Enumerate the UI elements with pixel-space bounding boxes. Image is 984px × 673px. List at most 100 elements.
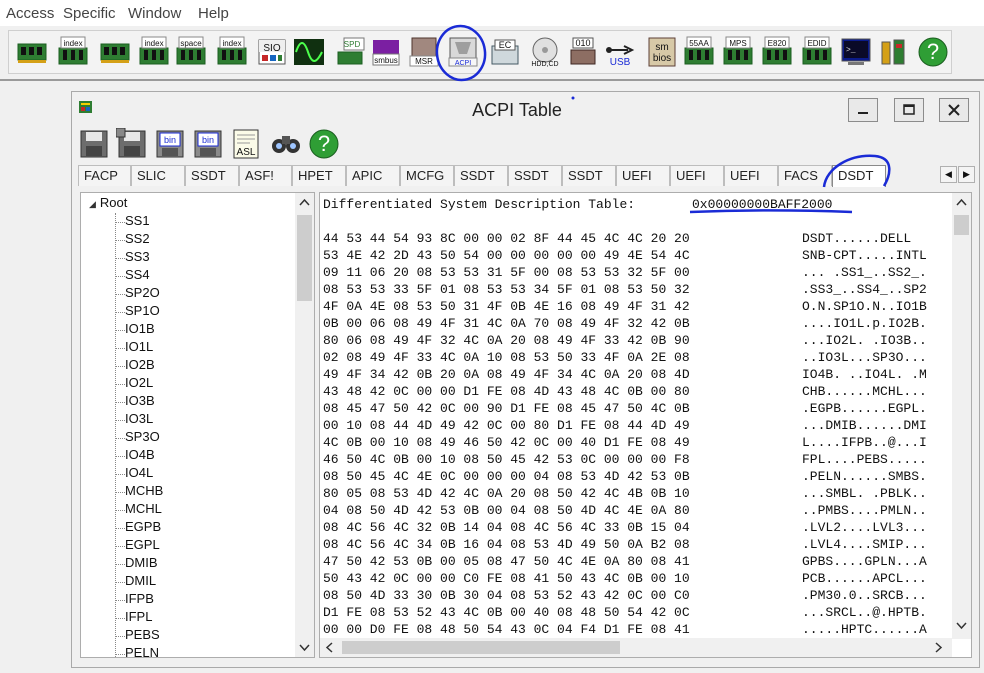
tree-item-io1b[interactable]: IO1B (125, 321, 155, 336)
tab-facp-0[interactable]: FACP (78, 165, 131, 186)
tree-item-sp2o[interactable]: SP2O (125, 285, 160, 300)
help-icon: ? (918, 37, 948, 67)
ascii-row: L....IFPB..@...I (802, 435, 927, 450)
hdd-cd-button[interactable]: HDD,CD (528, 35, 562, 69)
save-bin-button[interactable]: bin (154, 128, 186, 160)
tree-item-dmil[interactable]: DMIL (125, 573, 156, 588)
ascii-row: IO4B. ..IO4L. .M (802, 367, 927, 382)
save-all-button[interactable] (115, 127, 148, 160)
asl-button[interactable]: ASL (230, 128, 262, 160)
tree-scrollbar[interactable] (295, 193, 314, 657)
tab-uefi-11[interactable]: UEFI (670, 165, 724, 186)
edid-button[interactable]: EDID (800, 35, 834, 69)
menu-specific[interactable]: Specific (63, 5, 116, 22)
tree-connector (116, 258, 125, 259)
io-index-2-button[interactable]: index (215, 35, 249, 69)
super-io-button[interactable]: SIO (255, 35, 289, 69)
tree-item-io3l[interactable]: IO3L (125, 411, 153, 426)
tab-asf-3[interactable]: ASF! (239, 165, 292, 186)
pci-55aa-button[interactable]: 55AA (682, 35, 716, 69)
tab-slic-1[interactable]: SLIC (131, 165, 185, 186)
tree-root[interactable]: ◢ Root (89, 195, 127, 210)
tree-connector (116, 654, 125, 655)
io-index-icon: index (139, 36, 169, 65)
memory-chip-2-button[interactable] (98, 35, 132, 69)
e820-button[interactable]: E820 (760, 35, 794, 69)
find-button[interactable] (270, 128, 302, 160)
tree-item-io3b[interactable]: IO3B (125, 393, 155, 408)
tree-connector (116, 348, 125, 349)
ascii-row: ...SRCL..@.HPTB. (802, 605, 927, 620)
smbus-button[interactable]: smbus (369, 35, 403, 69)
memory-chip-button[interactable] (15, 35, 49, 69)
tree-item-ss1[interactable]: SS1 (125, 213, 150, 228)
spd-button[interactable]: SPD (335, 35, 369, 69)
tree-item-egpb[interactable]: EGPB (125, 519, 161, 534)
tree-item-io2b[interactable]: IO2B (125, 357, 155, 372)
io-index-button[interactable]: index (137, 35, 171, 69)
tree-item-dmib[interactable]: DMIB (125, 555, 158, 570)
menu-access[interactable]: Access (6, 5, 54, 22)
tab-apic-5[interactable]: APIC (346, 165, 400, 186)
tab-mcfg-6[interactable]: MCFG (400, 165, 454, 186)
close-button[interactable] (939, 98, 969, 122)
minimize-button[interactable] (848, 98, 878, 122)
window-titlebar[interactable]: ACPI Table (72, 92, 979, 126)
help-button[interactable]: ? (916, 35, 950, 69)
tree-item-pebs[interactable]: PEBS (125, 627, 160, 642)
tab-scroll-left[interactable]: ◀ (940, 166, 957, 183)
tools-button[interactable] (877, 35, 911, 69)
tab-uefi-10[interactable]: UEFI (616, 165, 670, 186)
smbios-button[interactable]: sm bios (645, 35, 679, 69)
tree-connector (116, 276, 125, 277)
disk-010-button[interactable]: 010 (566, 35, 600, 69)
tree-item-mchl[interactable]: MCHL (125, 501, 162, 516)
tree-item-egpl[interactable]: EGPL (125, 537, 160, 552)
usb-button[interactable]: USB (603, 35, 637, 69)
tree-item-io1l[interactable]: IO1L (125, 339, 153, 354)
memory-index-button[interactable]: index (56, 35, 90, 69)
tree-item-ss4[interactable]: SS4 (125, 267, 150, 282)
tab-dsdt-14[interactable]: DSDT (832, 165, 886, 187)
svg-text:MSR: MSR (415, 57, 433, 66)
tab-uefi-12[interactable]: UEFI (724, 165, 778, 186)
io-space-button[interactable]: space (174, 35, 208, 69)
acpi-toolbar: bin bin ASL? (78, 127, 348, 162)
tree-item-ifpl[interactable]: IFPL (125, 609, 152, 624)
tree-item-io4b[interactable]: IO4B (125, 447, 155, 462)
collapse-icon[interactable]: ◢ (89, 199, 96, 209)
tab-facs-13[interactable]: FACS (778, 165, 832, 186)
maximize-button[interactable] (894, 98, 924, 122)
tab-ssdt-7[interactable]: SSDT (454, 165, 508, 186)
tab-scroll-right[interactable]: ▶ (958, 166, 975, 183)
tree-item-mchb[interactable]: MCHB (125, 483, 163, 498)
msr-button[interactable]: MSR (407, 35, 441, 69)
tab-ssdt-2[interactable]: SSDT (185, 165, 239, 186)
tree-connector (116, 582, 125, 583)
tree-item-sp1o[interactable]: SP1O (125, 303, 160, 318)
tree-item-ss2[interactable]: SS2 (125, 231, 150, 246)
waveform-button[interactable] (292, 35, 326, 69)
hex-horizontal-scrollbar[interactable] (320, 638, 952, 657)
tree-connector (116, 456, 125, 457)
tree-item-peln[interactable]: PELN (125, 645, 159, 657)
console-button[interactable]: >_ (839, 35, 873, 69)
menu-help[interactable]: Help (198, 5, 229, 22)
tree-item-ifpb[interactable]: IFPB (125, 591, 154, 606)
mps-button[interactable]: MPS (721, 35, 755, 69)
save-all-bin-button[interactable]: bin (192, 128, 224, 160)
hex-vertical-scrollbar[interactable] (952, 193, 971, 639)
tab-hpet-4[interactable]: HPET (292, 165, 346, 186)
ascii-row: SNB-CPT.....INTL (802, 248, 927, 263)
tree-item-io2l[interactable]: IO2L (125, 375, 153, 390)
help-button[interactable]: ? (308, 128, 340, 160)
ec-button[interactable]: EC (488, 35, 522, 69)
tab-ssdt-8[interactable]: SSDT (508, 165, 562, 186)
tree-item-io4l[interactable]: IO4L (125, 465, 153, 480)
acpi-button[interactable]: ACPI (446, 35, 480, 69)
tab-ssdt-9[interactable]: SSDT (562, 165, 616, 186)
menu-window[interactable]: Window (128, 5, 181, 22)
save-button[interactable] (78, 128, 110, 160)
tree-item-ss3[interactable]: SS3 (125, 249, 150, 264)
tree-item-sp3o[interactable]: SP3O (125, 429, 160, 444)
